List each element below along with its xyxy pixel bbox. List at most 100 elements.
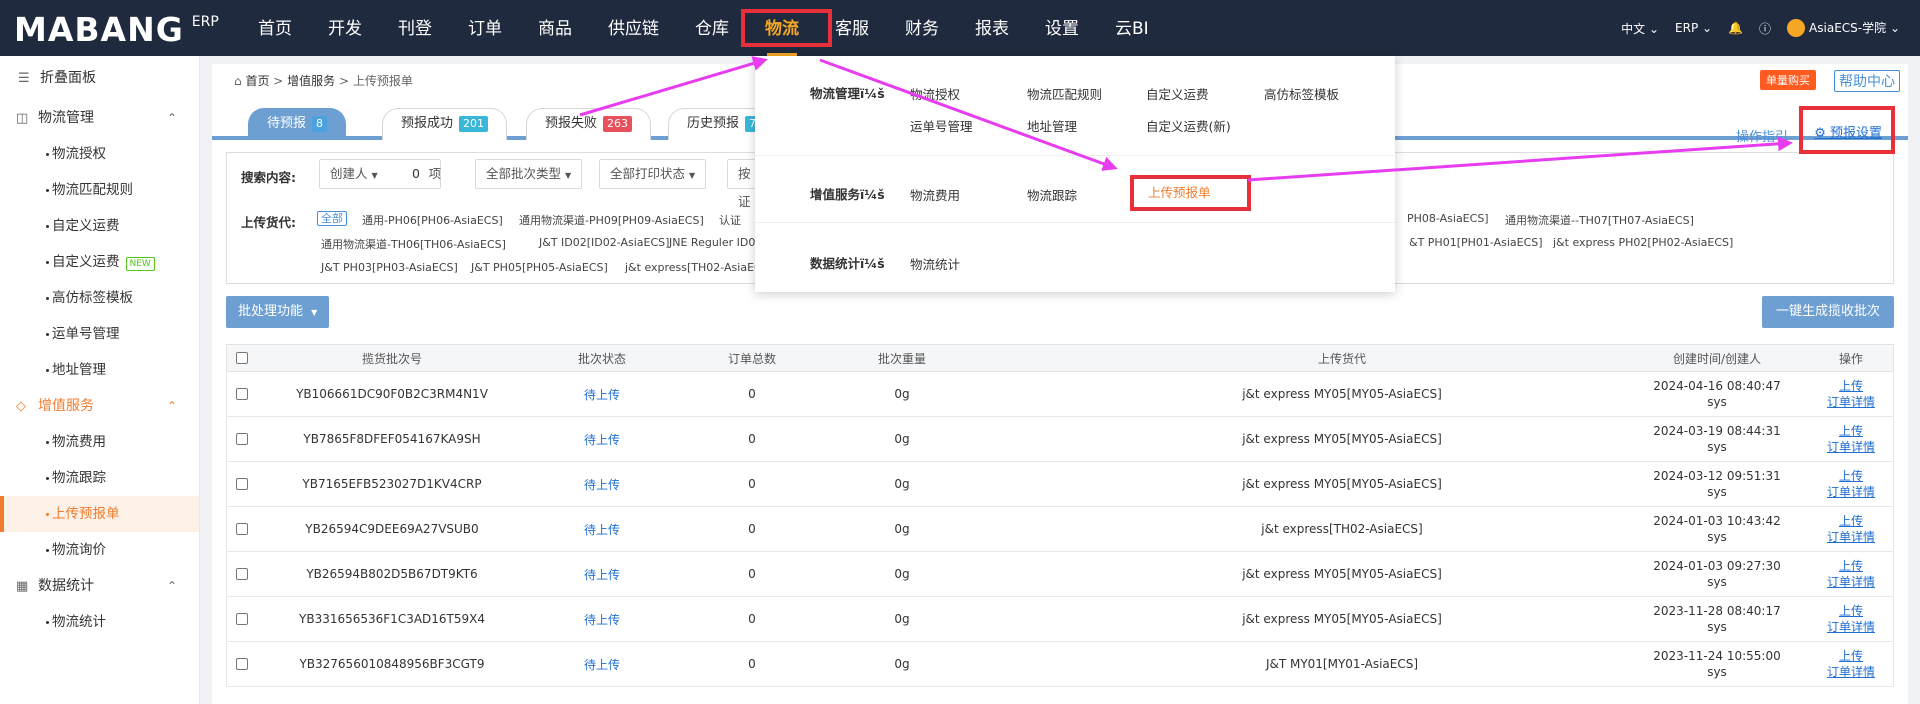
batch-type-select[interactable]: 全部批次类型 ▼ <box>475 159 583 189</box>
forwarder-option[interactable]: 通用物流渠道-PH09[PH09-AsiaECS] <box>519 212 704 228</box>
tab-success[interactable]: 预报成功 201 <box>382 108 508 140</box>
select-all-checkbox[interactable] <box>236 352 248 364</box>
forwarder-option[interactable]: 认证 <box>719 212 741 228</box>
upload-link[interactable]: 上传 <box>1839 603 1863 619</box>
forwarder-option[interactable]: 通用-PH06[PH06-AsiaECS] <box>362 212 503 228</box>
menu-reports[interactable]: 报表 <box>957 0 1027 56</box>
row-checkbox[interactable] <box>236 478 248 490</box>
upload-link[interactable]: 上传 <box>1839 558 1863 574</box>
batch-actions-button[interactable]: 批处理功能 ▼ <box>226 296 330 328</box>
sidebar-item-tracking-numbers[interactable]: 运单号管理 <box>0 316 199 352</box>
sidebar-item-custom-freight-new[interactable]: 自定义运费 NEW <box>0 244 199 280</box>
sidebar-item-logistics-auth[interactable]: 物流授权 <box>0 136 199 172</box>
forwarder-option[interactable]: j&t express[TH02-AsiaEC <box>625 261 762 274</box>
forwarder-option[interactable]: &T PH01[PH01-AsiaECS] <box>1409 236 1543 249</box>
mabang-logo[interactable]: MABANG ERP <box>14 8 219 48</box>
row-checkbox[interactable] <box>236 523 248 535</box>
sidebar-item-upload-prereport[interactable]: 上传预报单 <box>0 496 199 532</box>
dd-item-tracking[interactable]: 物流跟踪 <box>1027 185 1077 204</box>
menu-products[interactable]: 商品 <box>520 0 590 56</box>
upload-link[interactable]: 上传 <box>1839 468 1863 484</box>
menu-listing[interactable]: 刊登 <box>380 0 450 56</box>
sidebar-item-tracking[interactable]: 物流跟踪 <box>0 460 199 496</box>
fold-panel-button[interactable]: ☰ 折叠面板 <box>0 56 199 100</box>
upload-link[interactable]: 上传 <box>1839 648 1863 664</box>
erp-select[interactable]: ERP ⌄ <box>1675 21 1712 35</box>
forwarder-option[interactable]: J&T PH05[PH05-AsiaECS] <box>471 261 608 274</box>
order-detail-link[interactable]: 订单详情 <box>1827 439 1875 455</box>
menu-develop[interactable]: 开发 <box>310 0 380 56</box>
row-checkbox[interactable] <box>236 568 248 580</box>
print-status-select[interactable]: 全部打印状态 ▼ <box>599 159 707 189</box>
creator-select[interactable]: 创建人 ▼ 0 项 <box>319 159 441 189</box>
row-checkbox[interactable] <box>236 433 248 445</box>
sidebar-group-value-added[interactable]: ◇ 增值服务 ⌃ <box>0 388 199 424</box>
order-detail-link[interactable]: 订单详情 <box>1827 529 1875 545</box>
order-detail-link[interactable]: 订单详情 <box>1827 664 1875 680</box>
forwarder-option[interactable]: j&t express PH02[PH02-AsiaECS] <box>1553 236 1733 249</box>
sidebar-item-addresses[interactable]: 地址管理 <box>0 352 199 388</box>
breadcrumb-home[interactable]: 首页 <box>245 74 269 88</box>
batch-status[interactable]: 待上传 <box>527 507 677 551</box>
sidebar-item-custom-freight[interactable]: 自定义运费 <box>0 208 199 244</box>
dd-item-logistics-fees[interactable]: 物流费用 <box>910 185 960 204</box>
dd-item-custom-freight[interactable]: 自定义运费 <box>1146 84 1209 103</box>
sidebar-group-logistics[interactable]: ◫ 物流管理 ⌃ <box>0 100 199 136</box>
order-detail-link[interactable]: 订单详情 <box>1827 574 1875 590</box>
forwarder-option[interactable]: 通用物流渠道--TH07[TH07-AsiaECS] <box>1505 212 1694 228</box>
dd-item-tracking-numbers[interactable]: 运单号管理 <box>910 116 973 135</box>
menu-supply-chain[interactable]: 供应链 <box>590 0 677 56</box>
breadcrumb-value-added[interactable]: 增值服务 <box>287 74 335 88</box>
help-icon[interactable]: ⓘ <box>1759 20 1771 37</box>
row-checkbox[interactable] <box>236 388 248 400</box>
batch-status[interactable]: 待上传 <box>527 417 677 461</box>
forwarder-option[interactable]: J&T PH03[PH03-AsiaECS] <box>321 261 458 274</box>
dd-item-logistics-stats[interactable]: 物流统计 <box>910 254 960 273</box>
tab-pending[interactable]: 待预报 8 <box>248 108 347 140</box>
forwarder-option[interactable]: JNE Reguler ID0 <box>669 236 755 249</box>
dd-item-addresses[interactable]: 地址管理 <box>1027 116 1077 135</box>
dd-item-matching-rules[interactable]: 物流匹配规则 <box>1027 84 1102 103</box>
operation-guide-link[interactable]: 操作指引 <box>1736 126 1788 145</box>
menu-settings[interactable]: 设置 <box>1027 0 1097 56</box>
menu-warehouse[interactable]: 仓库 <box>677 0 747 56</box>
sidebar-item-logistics-fees[interactable]: 物流费用 <box>0 424 199 460</box>
batch-status[interactable]: 待上传 <box>527 372 677 416</box>
generate-pickup-batch-button[interactable]: 一键生成揽收批次 <box>1761 296 1894 328</box>
order-detail-link[interactable]: 订单详情 <box>1827 484 1875 500</box>
forwarder-option[interactable]: J&T ID02[ID02-AsiaECS] <box>539 236 669 249</box>
language-select[interactable]: 中文 ⌄ <box>1621 20 1659 37</box>
sidebar-item-matching-rules[interactable]: 物流匹配规则 <box>0 172 199 208</box>
menu-orders[interactable]: 订单 <box>450 0 520 56</box>
sidebar-item-label-templates[interactable]: 高仿标签模板 <box>0 280 199 316</box>
buy-volume-button[interactable]: 单量购买 <box>1760 70 1816 90</box>
forwarder-option[interactable]: PH08-AsiaECS] <box>1407 212 1489 225</box>
batch-status[interactable]: 待上传 <box>527 642 677 686</box>
forwarder-all[interactable]: 全部 <box>317 210 347 226</box>
sidebar-group-statistics[interactable]: ▦ 数据统计 ⌃ <box>0 568 199 604</box>
menu-cloud-bi[interactable]: 云BI <box>1097 0 1167 56</box>
upload-link[interactable]: 上传 <box>1839 378 1863 394</box>
user-menu[interactable]: AsiaECS-学院 ⌄ <box>1787 19 1900 38</box>
help-center-button[interactable]: 帮助中心 <box>1834 70 1900 92</box>
menu-home[interactable]: 首页 <box>240 0 310 56</box>
sidebar-item-logistics-stats[interactable]: 物流统计 <box>0 604 199 640</box>
row-checkbox[interactable] <box>236 613 248 625</box>
forwarder-option[interactable]: 通用物流渠道-TH06[TH06-AsiaECS] <box>321 236 506 252</box>
menu-finance[interactable]: 财务 <box>887 0 957 56</box>
batch-status[interactable]: 待上传 <box>527 462 677 506</box>
bell-icon[interactable]: 🔔 <box>1728 21 1743 35</box>
row-checkbox[interactable] <box>236 658 248 670</box>
upload-link[interactable]: 上传 <box>1839 423 1863 439</box>
batch-status[interactable]: 待上传 <box>527 552 677 596</box>
dd-item-logistics-auth[interactable]: 物流授权 <box>910 84 960 103</box>
dd-item-custom-freight-new[interactable]: 自定义运费(新) <box>1146 116 1231 135</box>
dd-item-upload-prereport[interactable]: 上传预报单 <box>1130 175 1251 211</box>
sidebar-item-inquiry[interactable]: 物流询价 <box>0 532 199 568</box>
tab-failed[interactable]: 预报失败 263 <box>526 108 652 140</box>
order-detail-link[interactable]: 订单详情 <box>1827 394 1875 410</box>
order-detail-link[interactable]: 订单详情 <box>1827 619 1875 635</box>
dd-item-label-templates[interactable]: 高仿标签模板 <box>1264 84 1339 103</box>
upload-link[interactable]: 上传 <box>1839 513 1863 529</box>
batch-status[interactable]: 待上传 <box>527 597 677 641</box>
